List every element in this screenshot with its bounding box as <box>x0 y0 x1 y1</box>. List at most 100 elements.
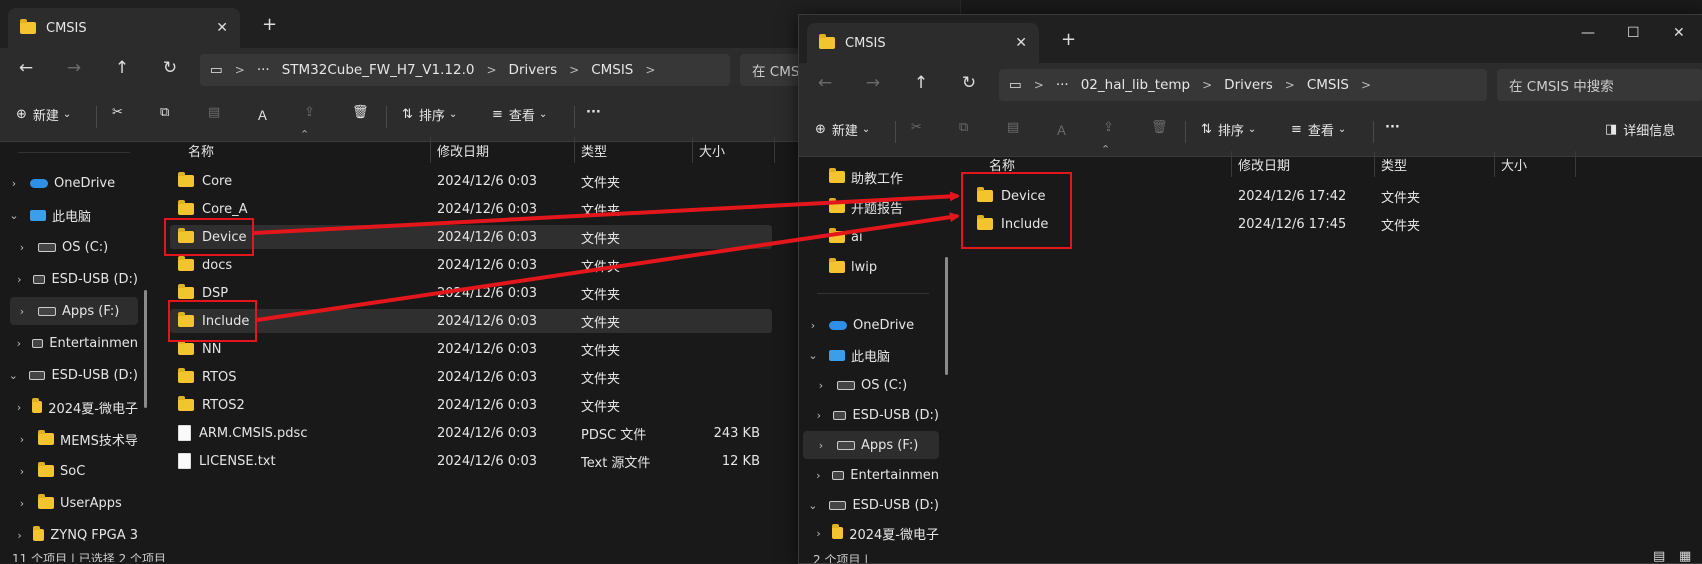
nav-item-esd-usb-2[interactable]: ⌄ ESD-USB (D:) <box>805 491 939 519</box>
new-button[interactable]: ⊕ 新建 ⌄ <box>815 120 870 139</box>
file-row[interactable]: Core 2024/12/6 0:03 文件夹 <box>176 168 772 194</box>
breadcrumb-item[interactable]: 02_hal_lib_temp <box>1081 77 1190 93</box>
column-divider[interactable] <box>1374 151 1375 177</box>
nav-item-folder[interactable]: › ZYNQ FPGA 3 <box>14 521 138 549</box>
file-row[interactable]: Core_A 2024/12/6 0:03 文件夹 <box>176 196 772 222</box>
nav-item-esd-usb[interactable]: › ESD-USB (D:) <box>14 265 138 293</box>
quick-access-item[interactable]: ai <box>829 223 939 251</box>
new-button[interactable]: ⊕ 新建 ⌄ <box>16 105 71 124</box>
column-header-type[interactable]: 类型 <box>581 141 607 160</box>
column-divider[interactable] <box>574 137 575 163</box>
file-row[interactable]: docs 2024/12/6 0:03 文件夹 <box>176 252 772 278</box>
nav-item-this-pc[interactable]: ⌄ 此电脑 <box>805 341 939 369</box>
forward-icon[interactable]: → <box>62 58 86 78</box>
nav-item-folder[interactable]: › UserApps <box>14 489 138 517</box>
cut-icon[interactable]: ✂ <box>911 120 922 135</box>
column-header-name[interactable]: 名称 <box>188 141 214 160</box>
rename-icon[interactable]: Ａ <box>256 105 269 124</box>
paste-icon[interactable]: ▤ <box>1007 120 1019 135</box>
column-header-type[interactable]: 类型 <box>1381 155 1407 174</box>
details-button[interactable]: ◨ 详细信息 <box>1605 120 1675 139</box>
column-header-date[interactable]: 修改日期 <box>1238 155 1290 174</box>
nav-item-apps-f[interactable]: › Apps (F:) <box>803 431 939 459</box>
close-window-icon[interactable]: ✕ <box>1673 25 1685 41</box>
nav-item-esd-usb-2[interactable]: ⌄ ESD-USB (D:) <box>6 361 138 389</box>
refresh-icon[interactable]: ↻ <box>158 58 182 78</box>
nav-item-folder[interactable]: › 2024夏-微电子 <box>813 519 939 547</box>
search-input[interactable]: 在 CMSIS 中搜索 <box>1497 69 1702 101</box>
address-bar[interactable]: ▭ > ··· 02_hal_lib_temp > Drivers > CMSI… <box>999 69 1487 101</box>
nav-item-folder[interactable]: › 2024夏-微电子 <box>14 393 138 421</box>
file-row[interactable]: NN 2024/12/6 0:03 文件夹 <box>176 336 772 362</box>
breadcrumb-item[interactable]: CMSIS <box>591 62 633 78</box>
sort-button[interactable]: ⇅ 排序 ⌄ <box>402 105 457 124</box>
minimize-icon[interactable]: — <box>1581 25 1595 41</box>
back-icon[interactable]: ← <box>813 73 837 93</box>
nav-item-folder[interactable]: › SoC <box>14 457 138 485</box>
address-bar[interactable]: ▭ > ··· STM32Cube_FW_H7_V1.12.0 > Driver… <box>200 54 730 86</box>
paste-icon[interactable]: ▤ <box>208 105 220 120</box>
new-tab-icon[interactable]: + <box>262 14 277 35</box>
nav-item-entertainment[interactable]: › Entertainmen <box>14 329 138 357</box>
column-divider[interactable] <box>692 137 693 163</box>
file-row[interactable]: ARM.CMSIS.pdsc 2024/12/6 0:03 PDSC 文件 243 K… <box>176 420 772 446</box>
copy-icon[interactable]: ⧉ <box>160 105 169 120</box>
quick-access-item[interactable]: lwip <box>829 253 939 281</box>
nav-item-entertainment[interactable]: › Entertainmen <box>813 461 939 489</box>
quick-access-item[interactable]: 开题报告 <box>829 193 939 221</box>
forward-icon[interactable]: → <box>861 73 885 93</box>
share-icon[interactable]: ⇪ <box>1103 120 1114 135</box>
breadcrumb-item[interactable]: Drivers <box>1224 77 1273 93</box>
nav-item-onedrive[interactable]: › OneDrive <box>805 311 939 339</box>
more-icon[interactable]: ··· <box>1385 120 1400 135</box>
column-header-size[interactable]: 大小 <box>1501 155 1527 174</box>
ellipsis-icon[interactable]: ··· <box>1056 77 1069 93</box>
column-header-size[interactable]: 大小 <box>699 141 725 160</box>
refresh-icon[interactable]: ↻ <box>957 73 981 93</box>
maximize-icon[interactable]: ☐ <box>1627 25 1640 41</box>
file-row[interactable]: LICENSE.txt 2024/12/6 0:03 Text 源文件 12 KB <box>176 448 772 474</box>
column-divider[interactable] <box>1575 151 1576 177</box>
quick-access-item[interactable]: 助教工作 <box>829 163 939 191</box>
nav-item-os-c[interactable]: › OS (C:) <box>14 233 138 261</box>
nav-scrollbar[interactable] <box>144 290 147 408</box>
share-icon[interactable]: ⇪ <box>304 105 315 120</box>
new-tab-icon[interactable]: + <box>1061 29 1076 50</box>
delete-icon[interactable]: 🗑 <box>352 105 369 120</box>
column-divider[interactable] <box>774 137 775 163</box>
copy-icon[interactable]: ⧉ <box>959 120 968 135</box>
column-divider[interactable] <box>1494 151 1495 177</box>
sort-button[interactable]: ⇅ 排序 ⌄ <box>1201 120 1256 139</box>
up-icon[interactable]: ↑ <box>110 58 134 78</box>
up-icon[interactable]: ↑ <box>909 73 933 93</box>
tab-cmsis[interactable]: CMSIS ✕ <box>8 8 240 48</box>
column-header-date[interactable]: 修改日期 <box>437 141 489 160</box>
file-row[interactable]: Include 2024/12/6 0:03 文件夹 <box>176 308 772 334</box>
breadcrumb-item[interactable]: Drivers <box>509 62 558 78</box>
rename-icon[interactable]: Ａ <box>1055 120 1068 139</box>
nav-scrollbar[interactable] <box>945 257 948 375</box>
nav-item-esd-usb[interactable]: › ESD-USB (D:) <box>813 401 939 429</box>
column-divider[interactable] <box>1231 151 1232 177</box>
tab-cmsis[interactable]: CMSIS ✕ <box>807 23 1039 63</box>
nav-item-apps-f[interactable]: › Apps (F:) <box>10 297 138 325</box>
nav-item-onedrive[interactable]: › OneDrive <box>6 169 138 197</box>
file-row[interactable]: RTOS 2024/12/6 0:03 文件夹 <box>176 364 772 390</box>
view-button[interactable]: ≡ 查看 ⌄ <box>492 105 547 124</box>
file-row[interactable]: Device 2024/12/6 0:03 文件夹 <box>176 224 772 250</box>
more-icon[interactable]: ··· <box>586 105 601 120</box>
file-row[interactable]: DSP 2024/12/6 0:03 文件夹 <box>176 280 772 306</box>
column-divider[interactable] <box>430 137 431 163</box>
delete-icon[interactable]: 🗑 <box>1151 120 1168 135</box>
breadcrumb-item[interactable]: CMSIS <box>1307 77 1349 93</box>
back-icon[interactable]: ← <box>14 58 38 78</box>
nav-item-this-pc[interactable]: ⌄ 此电脑 <box>6 201 138 229</box>
ellipsis-icon[interactable]: ··· <box>257 62 270 78</box>
cut-icon[interactable]: ✂ <box>112 105 123 120</box>
close-tab-icon[interactable]: ✕ <box>1015 35 1027 51</box>
breadcrumb-item[interactable]: STM32Cube_FW_H7_V1.12.0 <box>282 62 475 78</box>
file-row[interactable]: RTOS2 2024/12/6 0:03 文件夹 <box>176 392 772 418</box>
nav-item-os-c[interactable]: › OS (C:) <box>813 371 939 399</box>
view-button[interactable]: ≡ 查看 ⌄ <box>1291 120 1346 139</box>
close-tab-icon[interactable]: ✕ <box>216 20 228 36</box>
